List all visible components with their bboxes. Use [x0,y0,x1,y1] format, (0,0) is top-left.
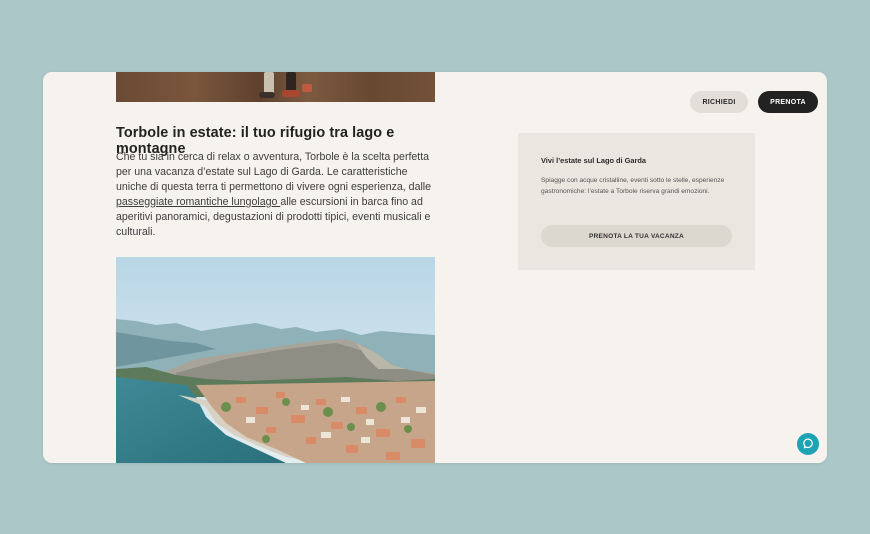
promo-text: Spiagge con acque cristalline, eventi so… [541,177,725,195]
article-body-text: Che tu sia in cerca di relax o avventura… [116,151,432,193]
request-button[interactable]: RICHIEDI [690,91,748,113]
article-body: Che tu sia in cerca di relax o avventura… [116,150,438,240]
hiking-photo [116,72,435,102]
browser-window: Torbole in estate: il tuo rifugio tra la… [43,72,827,463]
promo-title: Vivi l’estate sul Lago di Garda [541,156,647,165]
book-button[interactable]: PRENOTA [758,91,818,113]
chat-bubble-icon [802,437,814,452]
book-vacation-button[interactable]: PRENOTA LA TUA VACANZA [541,225,732,247]
lake-garda-photo [116,257,435,463]
lungolago-link[interactable]: passeggiate romantiche lungolago [116,196,280,208]
promo-card: Vivi l’estate sul Lago di Garda Spiagge … [518,133,755,270]
chat-button[interactable] [797,433,819,455]
